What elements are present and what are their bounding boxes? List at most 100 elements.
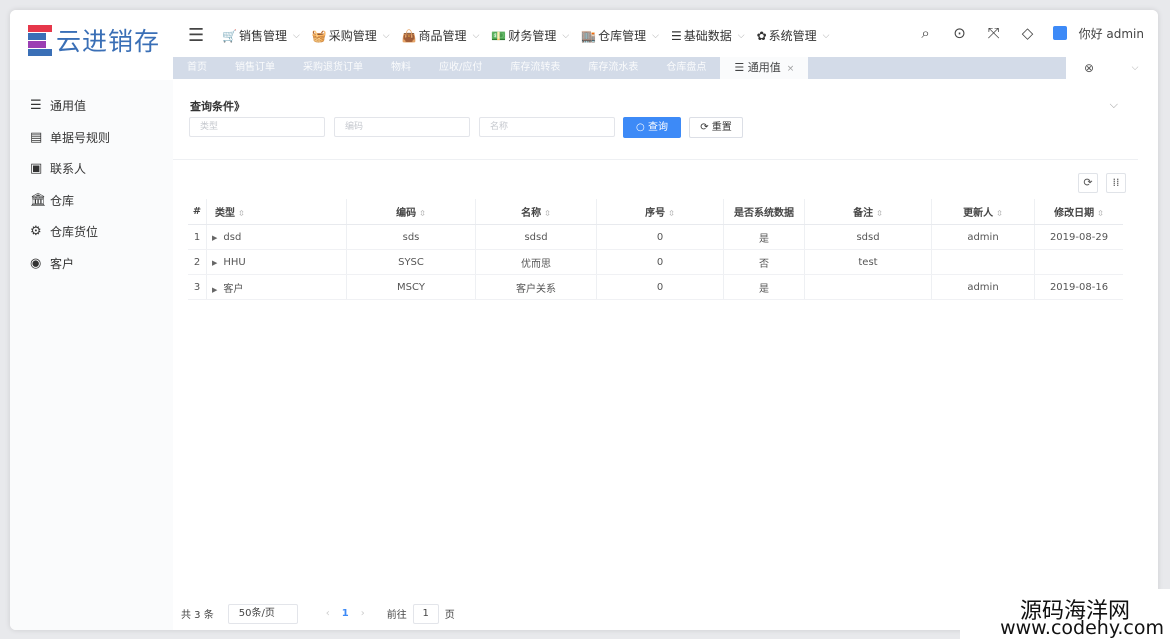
page-size-select[interactable]: 50条/页 (227, 603, 298, 624)
sidebar-item-contacts[interactable]: ▣ 联系人 (10, 153, 173, 185)
sort-icon[interactable]: ⇳ (668, 209, 675, 218)
sidebar-item-warehouse-location[interactable]: ⚙ 仓库货位 (10, 216, 173, 248)
sort-icon[interactable]: ⇳ (1097, 209, 1104, 218)
cell-index: 3 (188, 274, 207, 300)
col-modified-date[interactable]: 修改日期 ⇳ (1034, 199, 1123, 225)
col-order[interactable]: 序号 ⇳ (596, 199, 724, 225)
table-row[interactable]: 3 ▶ 客户 MSCY 客户关系 0 是 admin 2019-08-16 (188, 274, 1123, 300)
tab-inventory-check[interactable]: 仓库盘点 (652, 57, 720, 79)
target-icon[interactable]: ⊙ (943, 24, 977, 42)
tab-common-values[interactable]: ☰ 通用值 × (720, 57, 809, 79)
sort-icon[interactable]: ⇳ (419, 209, 426, 218)
tab-stock-journal[interactable]: 库存流水表 (574, 57, 652, 79)
col-remark[interactable]: 备注 ⇳ (804, 199, 932, 225)
nav-label: 商品管理 (418, 29, 467, 43)
sidebar-item-warehouse[interactable]: 🏛 仓库 (10, 185, 173, 217)
sidebar-item-label: 仓库货位 (50, 225, 99, 240)
goto-page-input[interactable]: 1 (412, 603, 439, 624)
sidebar-item-doc-number-rule[interactable]: ▤ 单据号规则 (10, 122, 173, 154)
tab-bar: 首页 销售订单 采购退货订单 物料 应收/应付 库存流转表 库存流水表 仓库盘点… (173, 57, 1158, 79)
sidebar-item-label: 通用值 (50, 99, 87, 114)
cell-type: ▶ 客户 (206, 274, 347, 300)
logo: 云进销存 (28, 22, 160, 58)
cell-remark: sdsd (804, 224, 932, 250)
sort-icon[interactable]: ⇳ (544, 209, 551, 218)
type-input[interactable]: 类型 (189, 117, 325, 137)
prev-page-icon[interactable]: ‹ (326, 608, 330, 619)
cell-name: 优而思 (475, 249, 597, 275)
bag-icon: 👜 (401, 28, 417, 43)
fullscreen-icon[interactable]: ⤧ (977, 24, 1011, 42)
chevron-down-icon: ⌵ (737, 30, 745, 41)
nav-basic-data[interactable]: ☰ 基础数据 ⌵ (671, 27, 745, 44)
diamond-icon[interactable]: ◇ (1011, 24, 1045, 42)
user-circle-icon: ◉ (30, 255, 42, 271)
current-page[interactable]: 1 (342, 608, 349, 619)
tab-stock-flow[interactable]: 库存流转表 (496, 57, 574, 79)
sort-icon[interactable]: ⇳ (876, 209, 883, 218)
search-icon[interactable]: ⌕ (909, 24, 943, 42)
expand-icon[interactable]: ▶ (212, 234, 217, 242)
chevron-down-icon: ⌵ (822, 30, 830, 41)
sidebar: ☰ 通用值 ▤ 单据号规则 ▣ 联系人 🏛 仓库 ⚙ 仓库货位 ◉ 客户 (10, 80, 173, 630)
watermark: 源码海洋网 www.codehy.com (960, 589, 1170, 639)
cell-is-system: 是 (723, 224, 805, 250)
tab-receivable[interactable]: 应收/应付 (425, 57, 496, 79)
chevron-down-icon: ⌵ (382, 30, 390, 41)
sidebar-item-customer[interactable]: ◉ 客户 (10, 248, 173, 280)
close-circle-icon[interactable]: ⊗ (1066, 61, 1112, 75)
search-button[interactable]: ○ 查询 (623, 117, 681, 138)
page-unit-label: 页 (444, 610, 455, 621)
cell-index: 1 (188, 224, 207, 250)
brand-name: 云进销存 (56, 27, 161, 56)
nav-purchase[interactable]: 🧺 采购管理 ⌵ (312, 27, 390, 44)
avatar[interactable] (1052, 26, 1067, 40)
expand-icon[interactable]: ▶ (212, 259, 217, 267)
nav-system[interactable]: ✿ 系统管理 ⌵ (757, 27, 830, 44)
tab-sales-order[interactable]: 销售订单 (221, 57, 289, 79)
nav-finance[interactable]: 💵 财务管理 ⌵ (491, 27, 569, 44)
table-row[interactable]: 2 ▶ HHU SYSC 优而思 0 否 test (188, 249, 1123, 275)
query-title: 查询条件》 (190, 100, 245, 113)
cell-code: MSCY (346, 274, 476, 300)
nav-label: 销售管理 (238, 29, 287, 43)
cell-type: ▶ HHU (206, 249, 347, 275)
sort-icon[interactable]: ⇳ (238, 209, 245, 218)
warehouse-icon: 🏬 (581, 28, 597, 43)
expand-icon[interactable]: ▶ (212, 286, 217, 294)
close-icon[interactable]: × (787, 64, 795, 74)
name-input[interactable]: 名称 (479, 117, 615, 137)
reset-button[interactable]: ⟳ 重置 (689, 117, 743, 138)
nav-warehouse[interactable]: 🏬 仓库管理 ⌵ (581, 27, 659, 44)
database-icon: ☰ (30, 98, 42, 114)
data-table: # 类型 ⇳ 编码 ⇳ 名称 ⇳ 序号 ⇳ 是否系统数据 备注 ⇳ 更新人 ⇳ 修改日期 ⇳ … (188, 199, 1123, 300)
tab-purchase-return[interactable]: 采购退货订单 (289, 57, 377, 79)
refresh-icon[interactable]: ⟳ (1078, 173, 1098, 193)
cell-index: 2 (188, 249, 207, 275)
nav-sales[interactable]: 🛒 销售管理 ⌵ (222, 27, 300, 44)
col-name[interactable]: 名称 ⇳ (475, 199, 597, 225)
table-header: # 类型 ⇳ 编码 ⇳ 名称 ⇳ 序号 ⇳ 是否系统数据 备注 ⇳ 更新人 ⇳ 修改日期 ⇳ (188, 199, 1123, 225)
chevron-down-icon[interactable]: ⌵ (1112, 63, 1158, 73)
chevron-down-icon[interactable]: ⌵ (1110, 98, 1118, 112)
cell-date: 2019-08-29 (1034, 224, 1123, 250)
nav-goods[interactable]: 👜 商品管理 ⌵ (402, 27, 480, 44)
col-type[interactable]: 类型 ⇳ (206, 199, 347, 225)
app-window: 云进销存 ☰ 🛒 销售管理 ⌵ 🧺 采购管理 ⌵ 👜 商品管理 ⌵ 💵 财务管理 ⌵ 🏬 仓库管理… (10, 10, 1158, 630)
contact-card-icon: ▣ (30, 161, 43, 177)
menu-toggle-icon[interactable]: ☰ (188, 25, 204, 46)
next-page-icon[interactable]: › (361, 608, 365, 619)
user-greeting[interactable]: 你好 admin (1079, 25, 1144, 42)
sort-icon[interactable]: ⇳ (996, 209, 1003, 218)
tab-home[interactable]: 首页 (173, 57, 221, 79)
tab-material[interactable]: 物料 (377, 57, 425, 79)
col-updater[interactable]: 更新人 ⇳ (931, 199, 1035, 225)
cubes-icon: ⚙ (30, 224, 42, 240)
cell-is-system: 否 (723, 249, 805, 275)
sidebar-item-common-values[interactable]: ☰ 通用值 (10, 90, 173, 122)
code-input[interactable]: 编码 (334, 117, 470, 137)
table-row[interactable]: 1 ▶ dsd sds sdsd 0 是 sdsd admin 2019-08-2… (188, 224, 1123, 250)
money-icon: 💵 (491, 28, 507, 43)
col-code[interactable]: 编码 ⇳ (346, 199, 476, 225)
columns-icon[interactable]: ⁞⁞ (1106, 173, 1126, 193)
